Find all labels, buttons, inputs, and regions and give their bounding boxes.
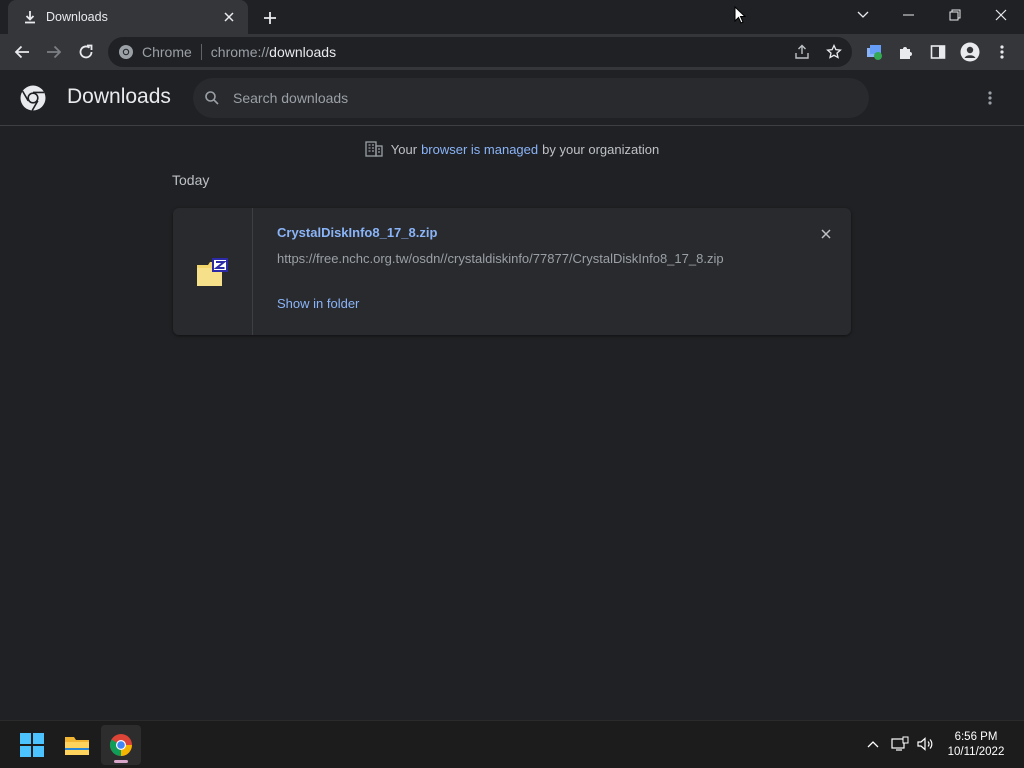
section-date-heading: Today <box>172 172 210 188</box>
windows-start-icon[interactable] <box>12 725 52 765</box>
search-input[interactable] <box>233 90 793 106</box>
tab-search-button[interactable] <box>840 0 886 30</box>
taskbar: 6:56 PM 10/11/2022 <box>0 720 1024 768</box>
tab-title: Downloads <box>46 10 108 24</box>
address-bar[interactable]: Chrome chrome://downloads <box>108 37 852 67</box>
download-icon <box>22 9 38 25</box>
managed-link[interactable]: browser is managed <box>421 142 538 157</box>
url-text: chrome://downloads <box>211 44 336 60</box>
share-icon[interactable] <box>788 38 816 66</box>
close-window-button[interactable] <box>978 0 1024 30</box>
chrome-logo-icon <box>20 85 46 111</box>
new-tab-button[interactable] <box>259 7 281 29</box>
chrome-menu-icon[interactable] <box>988 38 1016 66</box>
restore-button[interactable] <box>932 0 978 30</box>
download-item-card: CrystalDiskInfo8_17_8.zip https://free.n… <box>173 208 851 335</box>
chip-divider <box>200 44 202 60</box>
volume-icon[interactable] <box>914 733 936 755</box>
site-chip[interactable]: Chrome <box>118 44 192 60</box>
page-title: Downloads <box>67 85 171 108</box>
managed-prefix: Your <box>390 141 418 157</box>
tab-strip: Downloads <box>0 0 1024 34</box>
clock-time: 6:56 PM <box>954 731 998 743</box>
minimize-button[interactable] <box>886 0 932 30</box>
file-explorer-icon[interactable] <box>57 725 97 765</box>
chrome-site-icon <box>118 44 134 60</box>
building-icon <box>365 141 383 157</box>
site-chip-label: Chrome <box>142 44 192 60</box>
zip-folder-icon <box>196 257 230 287</box>
active-app-indicator <box>114 760 128 763</box>
back-button[interactable] <box>8 38 36 66</box>
profile-avatar-icon[interactable] <box>956 38 984 66</box>
downloads-more-actions-icon[interactable] <box>978 86 1002 110</box>
file-icon-cell <box>173 208 253 335</box>
search-icon <box>205 91 219 105</box>
forward-button[interactable] <box>40 38 68 66</box>
show-hidden-icons-chevron-icon[interactable] <box>862 733 884 755</box>
network-icon[interactable] <box>889 733 911 755</box>
tab-downloads[interactable]: Downloads <box>8 0 248 34</box>
tab-close-button[interactable] <box>220 8 238 26</box>
extension-app-icon[interactable] <box>860 38 888 66</box>
url-scheme: chrome:// <box>210 44 270 60</box>
downloads-header: Downloads <box>0 70 1024 126</box>
url-host: downloads <box>269 44 337 60</box>
managed-suffix: by your organization <box>542 141 660 157</box>
taskbar-clock[interactable]: 6:56 PM 10/11/2022 <box>940 730 1012 760</box>
bookmark-star-icon[interactable] <box>820 38 848 66</box>
mouse-cursor-icon <box>734 5 747 29</box>
show-in-folder-button[interactable]: Show in folder <box>277 296 359 311</box>
browser-toolbar: Chrome chrome://downloads <box>0 34 1024 70</box>
extensions-puzzle-icon[interactable] <box>892 38 920 66</box>
remove-download-close-icon[interactable] <box>817 225 835 243</box>
search-bar[interactable] <box>193 78 869 118</box>
managed-notice: Your browser is managed by your organiza… <box>0 138 1024 160</box>
file-name-link[interactable]: CrystalDiskInfo8_17_8.zip <box>277 225 437 240</box>
chrome-taskbar-icon[interactable] <box>101 725 141 765</box>
side-panel-icon[interactable] <box>924 38 952 66</box>
reload-button[interactable] <box>72 38 100 66</box>
clock-date: 10/11/2022 <box>947 746 1005 758</box>
file-source-url[interactable]: https://free.nchc.org.tw/osdn//crystaldi… <box>277 251 724 266</box>
